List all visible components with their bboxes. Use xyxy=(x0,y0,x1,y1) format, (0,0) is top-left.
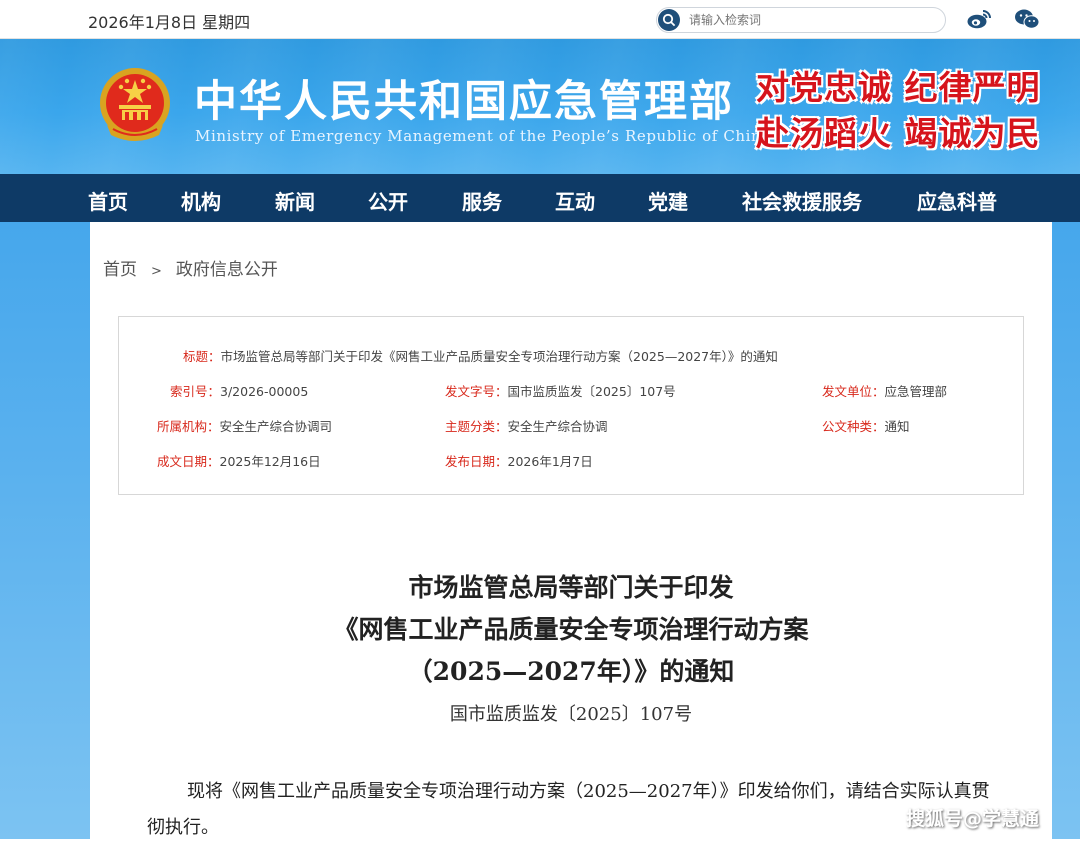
info-doc-number-value: 国市监质监发〔2025〕107号 xyxy=(507,384,676,399)
info-doc-number-label: 发文字号： xyxy=(445,384,508,399)
info-doc-number: 发文字号：国市监质监发〔2025〕107号 xyxy=(445,381,676,400)
site-subtitle: Ministry of Emergency Management of the … xyxy=(195,127,771,145)
nav-item-emergency-science[interactable]: 应急科普 xyxy=(917,186,997,215)
info-written-date: 成文日期：2025年12月16日 xyxy=(157,451,321,470)
document-body-paragraph: 现将《网售工业产品质量安全专项治理行动方案（2025—2027年）》印发给你们，… xyxy=(147,781,990,838)
info-org: 所属机构：安全生产综合协调司 xyxy=(157,416,332,435)
current-date: 2026年1月8日 星期四 xyxy=(88,13,251,32)
nav-item-social-rescue[interactable]: 社会救援服务 xyxy=(742,186,862,215)
slogan-line-2: 赴汤蹈火 竭诚为民 xyxy=(756,114,1041,153)
info-index-value: 3/2026-00005 xyxy=(220,384,309,399)
search-input[interactable] xyxy=(687,10,936,30)
nav-item-disclosure[interactable]: 公开 xyxy=(368,186,408,215)
document-title-line-1: 市场监管总局等部门关于印发 xyxy=(408,573,734,602)
nav-item-home[interactable]: 首页 xyxy=(88,186,128,215)
top-bar: 2026年1月8日 星期四 xyxy=(0,0,1080,39)
info-issuer-value: 应急管理部 xyxy=(884,384,948,399)
info-type: 公文种类：通知 xyxy=(822,416,910,435)
info-topic-label: 主题分类： xyxy=(445,419,508,434)
breadcrumb-home[interactable]: 首页 xyxy=(103,260,137,280)
info-topic: 主题分类：安全生产综合协调 xyxy=(445,416,608,435)
nav-item-services[interactable]: 服务 xyxy=(462,186,502,215)
search-icon[interactable] xyxy=(658,9,680,31)
info-org-label: 所属机构： xyxy=(157,419,220,434)
search-box[interactable] xyxy=(656,7,946,33)
info-type-label: 公文种类： xyxy=(822,419,885,434)
info-topic-value: 安全生产综合协调 xyxy=(507,419,608,434)
info-published-date-label: 发布日期： xyxy=(445,454,508,469)
weibo-icon[interactable] xyxy=(966,8,992,30)
info-title: 标题：市场监管总局等部门关于印发《网售工业产品质量安全专项治理行动方案（2025… xyxy=(183,346,778,365)
info-issuer-label: 发文单位： xyxy=(822,384,885,399)
info-title-value: 市场监管总局等部门关于印发《网售工业产品质量安全专项治理行动方案（2025—20… xyxy=(220,349,778,364)
info-title-label: 标题： xyxy=(183,349,221,364)
info-org-value: 安全生产综合协调司 xyxy=(219,419,333,434)
watermark: 搜狐号@学慧通 xyxy=(906,808,1040,830)
nav-item-party-building[interactable]: 党建 xyxy=(648,186,688,215)
document-title-line-2: 《网售工业产品质量安全专项治理行动方案 xyxy=(333,615,809,644)
document-title-line-3: （2025—2027年）》的通知 xyxy=(407,657,735,686)
slogan-line-1: 对党忠诚 纪律严明 xyxy=(756,68,1041,107)
content-panel: 首页 > 政府信息公开 标题：市场监管总局等部门关于印发《网售工业产品质量安全专项治… xyxy=(90,222,1052,839)
nav-item-institutions[interactable]: 机构 xyxy=(181,186,221,215)
info-published-date: 发布日期：2026年1月7日 xyxy=(445,451,593,470)
document-info-box: 标题：市场监管总局等部门关于印发《网售工业产品质量安全专项治理行动方案（2025… xyxy=(118,316,1024,495)
info-written-date-label: 成文日期： xyxy=(157,454,220,469)
info-type-value: 通知 xyxy=(884,419,910,434)
site-title: 中华人民共和国应急管理部 xyxy=(194,77,734,127)
nav-item-interaction[interactable]: 互动 xyxy=(555,186,595,215)
nav-item-news[interactable]: 新闻 xyxy=(275,186,315,215)
info-issuer: 发文单位：应急管理部 xyxy=(822,381,947,400)
info-index: 索引号：3/2026-00005 xyxy=(170,381,308,400)
info-published-date-value: 2026年1月7日 xyxy=(507,454,593,469)
site-banner: 中华人民共和国应急管理部 Ministry of Emergency Manag… xyxy=(0,39,1080,174)
document-number: 国市监质监发〔2025〕107号 xyxy=(449,704,693,725)
breadcrumb-current[interactable]: 政府信息公开 xyxy=(176,260,278,280)
info-index-label: 索引号： xyxy=(170,384,221,399)
info-written-date-value: 2025年12月16日 xyxy=(219,454,321,469)
breadcrumb: 首页 > 政府信息公开 xyxy=(103,255,278,280)
breadcrumb-separator: > xyxy=(151,264,162,279)
main-nav: 首页 机构 新闻 公开 服务 互动 党建 社会救援服务 应急科普 xyxy=(0,174,1080,222)
wechat-icon[interactable] xyxy=(1014,8,1040,30)
national-emblem-icon[interactable] xyxy=(97,65,173,145)
